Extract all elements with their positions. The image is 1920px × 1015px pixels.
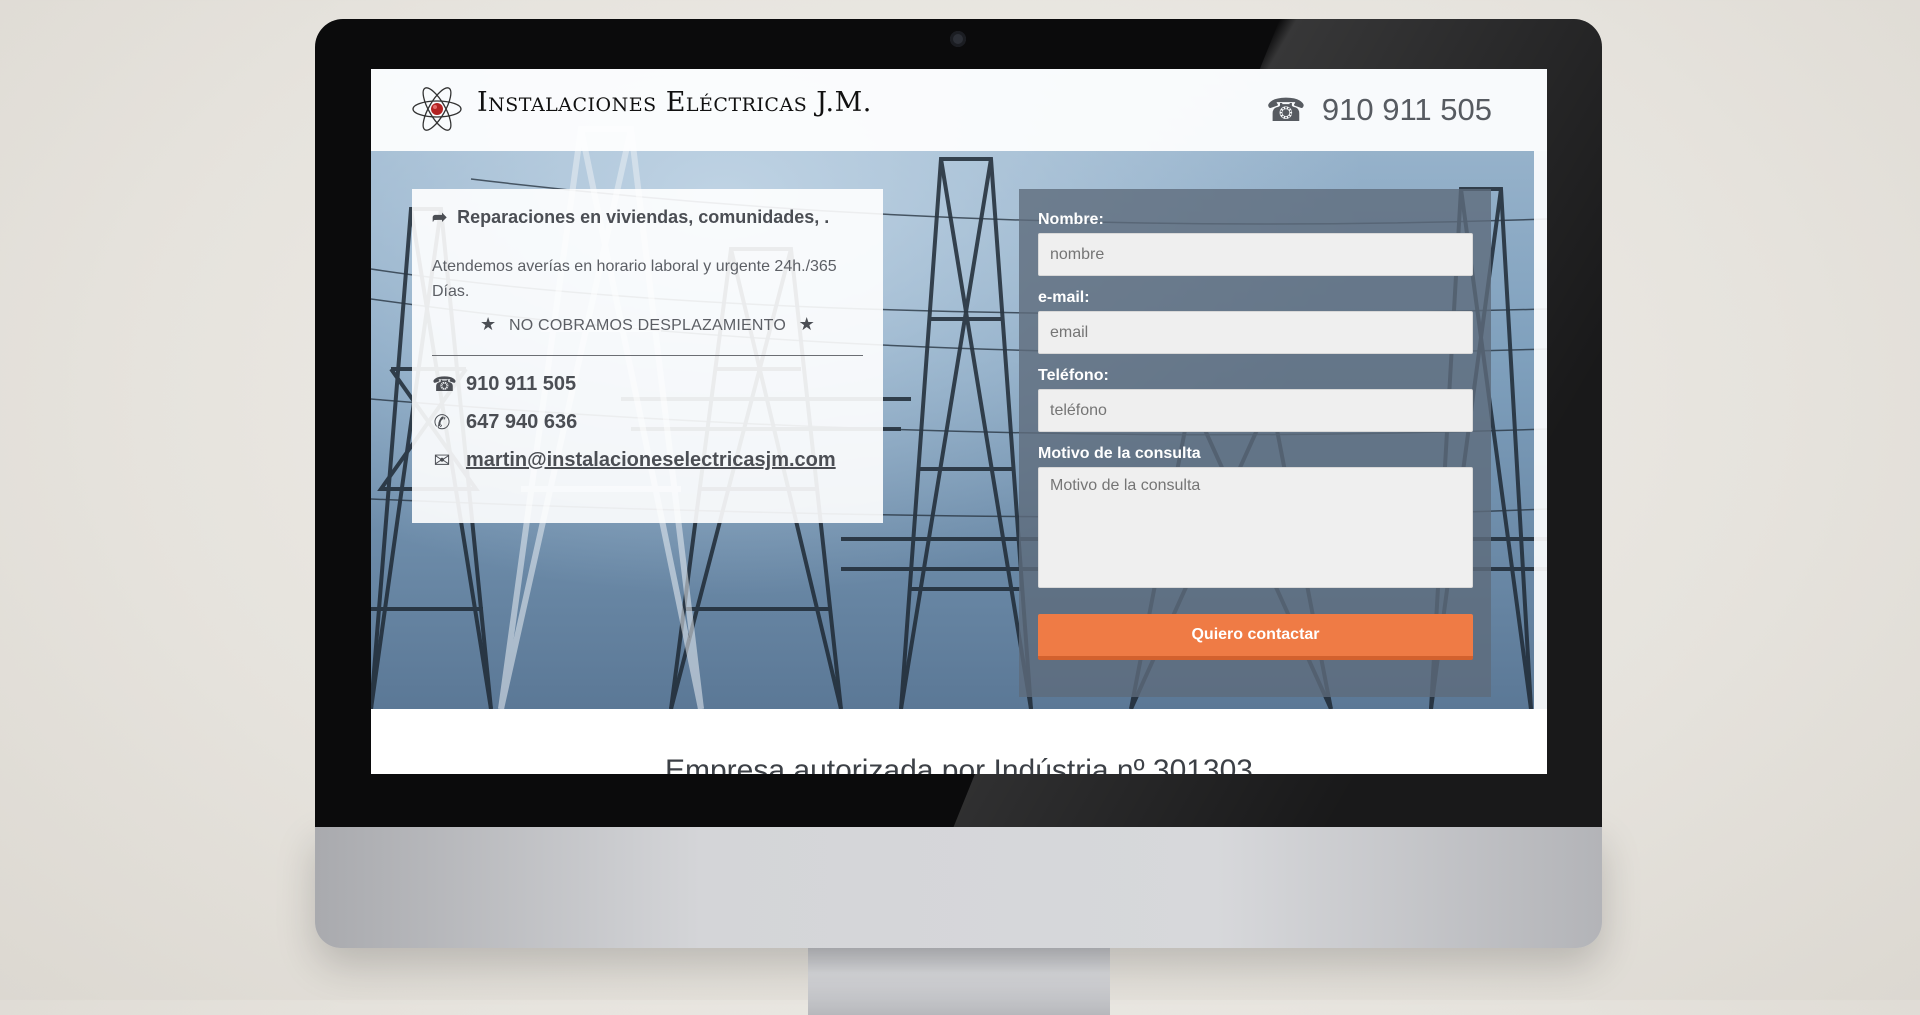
right-edge-strip <box>1534 151 1547 709</box>
contact-form: Nombre: e-mail: Teléfono: Motivo de la c… <box>1019 189 1491 697</box>
divider <box>432 355 863 356</box>
email-label: e-mail: <box>1038 289 1090 306</box>
share-arrow-icon: ➦ <box>432 207 448 227</box>
contact-mobile[interactable]: ✆ 647 940 636 <box>432 410 863 435</box>
email-link[interactable]: martin@instalacioneselectricasjm.com <box>466 449 836 472</box>
landline-number[interactable]: 910 911 505 <box>466 373 576 396</box>
phone-label: Teléfono: <box>1038 367 1109 384</box>
name-input[interactable] <box>1038 233 1473 276</box>
contact-landline[interactable]: ☎ 910 911 505 <box>432 372 863 397</box>
monitor-stand <box>808 945 1110 1015</box>
info-box: ➦ Reparaciones en viviendas, comunidades… <box>412 189 883 523</box>
site-logo-text[interactable]: Instalaciones Eléctricas J.M. <box>477 87 872 118</box>
envelope-icon: ✉ <box>433 450 451 472</box>
info-title-text: Reparaciones en viviendas, comunidades, … <box>457 207 830 227</box>
star-icon: ★ <box>480 314 497 334</box>
website-screen: Instalaciones Eléctricas J.M. ☎ 910 911 … <box>371 69 1547 774</box>
telephone-icon: ☎ <box>1266 92 1306 128</box>
no-travel-fee-banner: ★ NO COBRAMOS DESPLAZAMIENTO ★ <box>432 314 863 335</box>
site-header: Instalaciones Eléctricas J.M. ☎ 910 911 … <box>371 69 1547 151</box>
webcam <box>950 31 966 47</box>
header-phone[interactable]: ☎ 910 911 505 <box>1266 91 1492 129</box>
info-title: ➦ Reparaciones en viviendas, comunidades… <box>432 207 863 228</box>
mobile-number[interactable]: 647 940 636 <box>466 411 577 434</box>
reason-label: Motivo de la consulta <box>1038 445 1201 462</box>
header-phone-number[interactable]: 910 911 505 <box>1322 92 1492 128</box>
telephone-icon: ☎ <box>432 374 457 396</box>
email-input[interactable] <box>1038 311 1473 354</box>
authorized-title: Empresa autorizada por Indústria nº 3013… <box>665 754 1253 774</box>
banner-text: NO COBRAMOS DESPLAZAMIENTO <box>509 317 786 334</box>
handset-icon: ✆ <box>433 412 451 434</box>
submit-button[interactable]: Quiero contactar <box>1038 614 1473 660</box>
atom-logo-icon[interactable] <box>411 84 463 134</box>
phone-input[interactable] <box>1038 389 1473 432</box>
contact-email[interactable]: ✉ martin@instalacioneselectricasjm.com <box>432 448 863 473</box>
info-description: Atendemos averías en horario laboral y u… <box>432 258 837 300</box>
reason-textarea[interactable] <box>1038 467 1473 588</box>
name-label: Nombre: <box>1038 211 1104 228</box>
star-icon: ★ <box>798 314 815 334</box>
monitor-chin <box>315 826 1602 948</box>
